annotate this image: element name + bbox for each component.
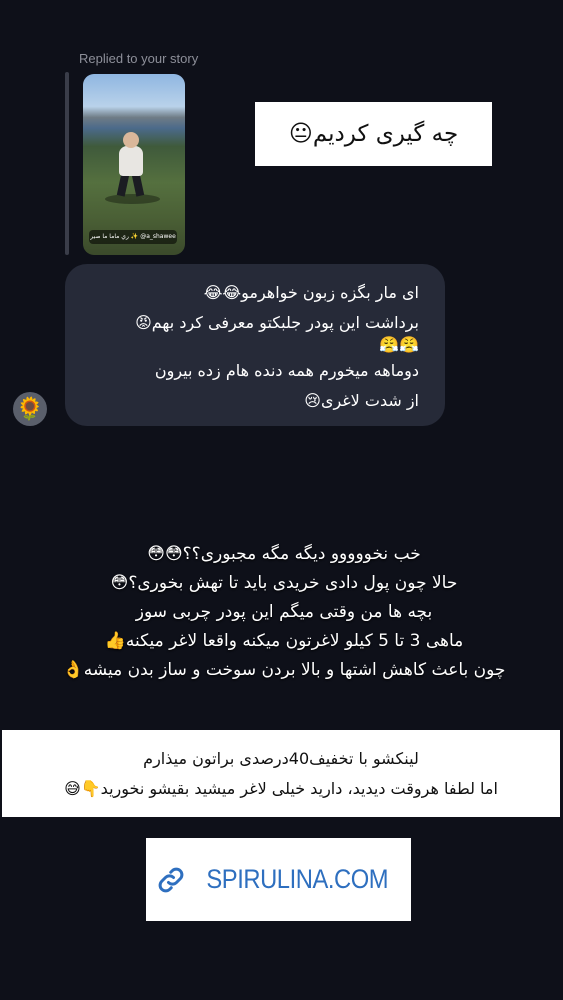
thumbnail-shadow	[105, 194, 160, 204]
overlay-text-line: چون باعث کاهش اشتها و بالا بردن سوخت و س…	[62, 660, 506, 680]
sender-avatar[interactable]: 🌻	[13, 392, 47, 426]
thumbnail-figure-body	[119, 146, 143, 176]
story-thumbnail[interactable]: ري ماما ما صير ✨ @a_shawee	[83, 74, 185, 255]
message-line: ای مار بگزه زبون خواهرمو😂😂	[203, 283, 419, 302]
overlay-text-line: ماهی 3 تا 5 کیلو لاغرتون میکنه واقعا لاغ…	[104, 631, 464, 651]
message-line: دوماهه میخورم همه دنده هام زده بیرون	[154, 361, 419, 380]
message-line: برداشت این پودر جلبکتو معرفی کرد بهم😡	[135, 313, 419, 332]
overlay-text-line: بچه ها من وقتی میگم این پودر چربی سوز	[135, 602, 433, 622]
incoming-message-bubble[interactable]: ای مار بگزه زبون خواهرمو😂😂 برداشت این پو…	[65, 264, 445, 426]
story-header-text-box: چه گیری کردیم😐	[255, 102, 492, 166]
overlay-text-line: خب نخووووو دیگه مگه مجبوری؟؟😳😳	[147, 544, 421, 564]
discount-info-box: لینکشو با تخفیف40درصدی براتون میذارم اما…	[2, 730, 560, 817]
sunflower-icon: 🌻	[16, 396, 44, 422]
replied-to-story-label: Replied to your story	[79, 51, 199, 66]
message-line: 😤😤	[379, 335, 419, 354]
reply-indicator-bar	[65, 72, 69, 255]
link-sticker-text: SPIRULINA.COM	[206, 864, 389, 894]
link-sticker[interactable]: SPIRULINA.COM	[146, 838, 411, 921]
story-overlay-text: خب نخووووو دیگه مگه مجبوری؟؟😳😳 حالا چون …	[18, 540, 550, 685]
info-text-line: اما لطفا هروقت دیدید، دارید خیلی لاغر می…	[64, 779, 498, 798]
story-caption: ري ماما ما صير ✨ @a_shawee	[89, 230, 177, 244]
message-line: از شدت لاغری😢	[304, 391, 419, 410]
story-header-text: چه گیری کردیم😐	[288, 121, 459, 147]
link-icon	[158, 867, 184, 892]
overlay-text-line: حالا چون پول دادی خریدی باید تا تهش بخور…	[110, 573, 458, 593]
thumbnail-figure-head	[123, 132, 139, 148]
info-text-line: لینکشو با تخفیف40درصدی براتون میذارم	[143, 749, 419, 768]
